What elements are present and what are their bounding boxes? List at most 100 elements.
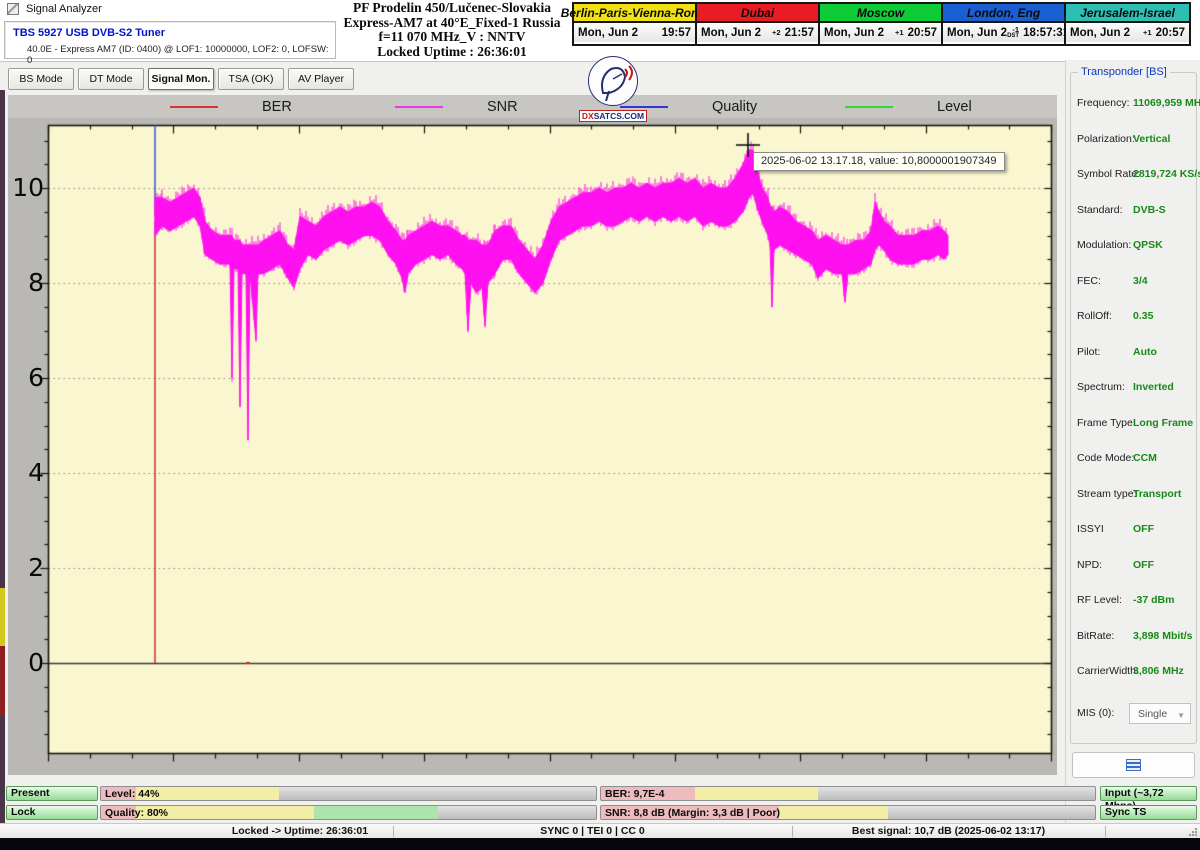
transponder-row: RollOff:0.35: [1071, 310, 1196, 324]
snr-bar: SNR: 8,8 dB (Margin: 3,3 dB | Poor): [600, 805, 1096, 820]
clock-moscow: MoscowMon, Jun 2+120:57: [820, 4, 943, 44]
tp-row-value: Long Frame: [1133, 417, 1193, 429]
snr-bar-text: SNR: 8,8 dB (Margin: 3,3 dB | Poor): [605, 806, 780, 820]
signal-chart: BERSNRQualityLevel 2025-06-02 13.17.18, …: [8, 95, 1057, 775]
window-title: Signal Analyzer: [26, 3, 102, 15]
clock-city-label: Berlin-Paris-Vienna-Roma: [574, 4, 695, 23]
status-bar: Locked -> Uptime: 26:36:01 SYNC 0 | TEI …: [0, 823, 1200, 838]
signal-analyzer-window: Signal Analyzer TBS 5927 USB DVB-S2 Tune…: [0, 0, 1200, 850]
mis-row: MIS (0): Single ▼: [1071, 703, 1196, 725]
tp-row-label: Frequency:: [1077, 97, 1130, 109]
tp-row-label: Stream type:: [1077, 488, 1137, 500]
ber-line-swatch: [170, 106, 218, 108]
tp-row-value: 2819,724 KS/s: [1133, 168, 1200, 180]
station-line-4: Locked Uptime : 26:36:01: [337, 45, 567, 60]
y-axis-label: 0: [10, 648, 44, 678]
clock-berlin-paris-vienna-roma: Berlin-Paris-Vienna-RomaMon, Jun 219:57: [574, 4, 697, 44]
tp-row-label: Spectrum:: [1077, 381, 1125, 393]
tp-row-label: FEC:: [1077, 275, 1101, 287]
legend-item-level: Level: [845, 95, 972, 118]
legend-label: Quality: [712, 99, 757, 115]
logo-text: DXSATCS.COM: [579, 110, 647, 122]
tp-row-value: 11069,959 MHz: [1133, 97, 1200, 109]
transponder-row: FEC: 3/4: [1071, 275, 1196, 289]
mis-dropdown[interactable]: Single ▼: [1129, 703, 1191, 724]
tp-row-value: 3/4: [1133, 275, 1148, 287]
transponder-row: Frequency:11069,959 MHz: [1071, 97, 1196, 111]
tp-row-value: 3,898 Mbit/s: [1133, 630, 1193, 642]
station-line-2: Express-AM7 at 40°E_Fixed-1 Russia: [337, 16, 567, 31]
level-bar-text: Level: 44%: [105, 787, 159, 801]
legend-label: Level: [937, 99, 972, 115]
status-divider: [1105, 826, 1106, 837]
tab-dt-mode[interactable]: DT Mode: [78, 68, 144, 90]
tp-row-value: Auto: [1133, 346, 1157, 358]
clock-time: Mon, Jun 2+221:57: [697, 23, 818, 42]
tab-signal-mon-[interactable]: Signal Mon.: [148, 68, 214, 90]
tab-av-player[interactable]: AV Player: [288, 68, 354, 90]
tp-row-value: Transport: [1133, 488, 1181, 500]
transponder-row: ISSYIOFF: [1071, 523, 1196, 537]
app-icon: [7, 3, 19, 15]
tuner-settings: 40.0E - Express AM7 (ID: 0400) @ LOF1: 1…: [27, 44, 335, 66]
tp-row-value: QPSK: [1133, 239, 1163, 251]
clock-city-label: London, Eng: [943, 4, 1064, 23]
tp-row-label: RollOff:: [1077, 310, 1112, 322]
tp-row-value: DVB-S: [1133, 204, 1166, 216]
tp-row-label: Modulation:: [1077, 239, 1131, 251]
tuner-info-panel: TBS 5927 USB DVB-S2 Tuner 40.0E - Expres…: [4, 21, 336, 59]
tab-bs-mode[interactable]: BS Mode: [8, 68, 74, 90]
station-line-1: PF Prodelin 450/Lučenec-Slovakia: [337, 1, 567, 16]
tp-row-value: OFF: [1133, 523, 1154, 535]
tp-row-label: Standard:: [1077, 204, 1123, 216]
tp-row-label: RF Level:: [1077, 594, 1122, 606]
level-line-swatch: [845, 106, 893, 108]
desktop-fragment: [0, 588, 5, 646]
transponder-row: Spectrum: Inverted: [1071, 381, 1196, 395]
tab-tsa-ok-[interactable]: TSA (OK): [218, 68, 284, 90]
chart-tooltip: 2025-06-02 13.17.18, value: 10,800000190…: [753, 152, 1005, 171]
tp-row-label: NPD:: [1077, 559, 1102, 571]
level-bar: Level: 44%: [100, 786, 597, 801]
ber-bar: BER: 9,7E-4: [600, 786, 1096, 801]
tp-row-value: Inverted: [1133, 381, 1174, 393]
transponder-row: Code Mode:CCM: [1071, 452, 1196, 466]
world-clocks: Berlin-Paris-Vienna-RomaMon, Jun 219:57D…: [572, 2, 1191, 46]
transponder-row: Standard: DVB-S: [1071, 204, 1196, 218]
tp-row-label: Pilot:: [1077, 346, 1100, 358]
transponder-row: Polarization:Vertical: [1071, 133, 1196, 147]
status-uptime: Locked -> Uptime: 26:36:01: [180, 825, 420, 837]
tp-row-label: Symbol Rate:: [1077, 168, 1140, 180]
clock-time: Mon, Jun 2+120:57: [1066, 23, 1189, 42]
quality-bar: Quality: 80%: [100, 805, 597, 820]
legend-label: BER: [262, 99, 292, 115]
title-bar[interactable]: Signal Analyzer: [0, 0, 340, 18]
snr-trend-plot[interactable]: [8, 95, 1057, 775]
transponder-row: NPD:OFF: [1071, 559, 1196, 573]
bar-segment: [779, 806, 888, 819]
transponder-row: Modulation:QPSK: [1071, 239, 1196, 253]
status-best-signal: Best signal: 10,7 dB (2025-06-02 13:17): [792, 825, 1105, 837]
chevron-down-icon: ▼: [1177, 711, 1185, 720]
clock-time: Mon, Jun 219:57: [574, 23, 695, 42]
transponder-panel: Transponder [BS] Frequency:11069,959 MHz…: [1065, 60, 1200, 838]
window-bottom-edge: [0, 838, 1200, 850]
snr-line-swatch: [395, 106, 443, 108]
report-button[interactable]: [1072, 752, 1195, 778]
input-badge: Input (~3,72 Mbps): [1100, 786, 1197, 801]
report-icon: [1126, 759, 1141, 771]
sync-ts-badge: Sync TS: [1100, 805, 1197, 820]
resize-grip[interactable]: [1188, 827, 1198, 837]
tp-row-value: -37 dBm: [1133, 594, 1174, 606]
present-badge: Present: [6, 786, 98, 801]
desktop-edge: [0, 90, 5, 838]
y-axis-label: 10: [10, 173, 44, 203]
clock-jerusalem-israel: Jerusalem-IsraelMon, Jun 2+120:57: [1066, 4, 1189, 44]
desktop-fragment: [0, 646, 5, 716]
clock-city-label: Jerusalem-Israel: [1066, 4, 1189, 23]
y-axis-label: 6: [10, 363, 44, 393]
chart-legend: BERSNRQualityLevel: [8, 95, 1057, 118]
bar-segment: [695, 787, 819, 800]
tp-row-label: CarrierWidth:: [1077, 665, 1139, 677]
clock-city-label: Dubai: [697, 4, 818, 23]
